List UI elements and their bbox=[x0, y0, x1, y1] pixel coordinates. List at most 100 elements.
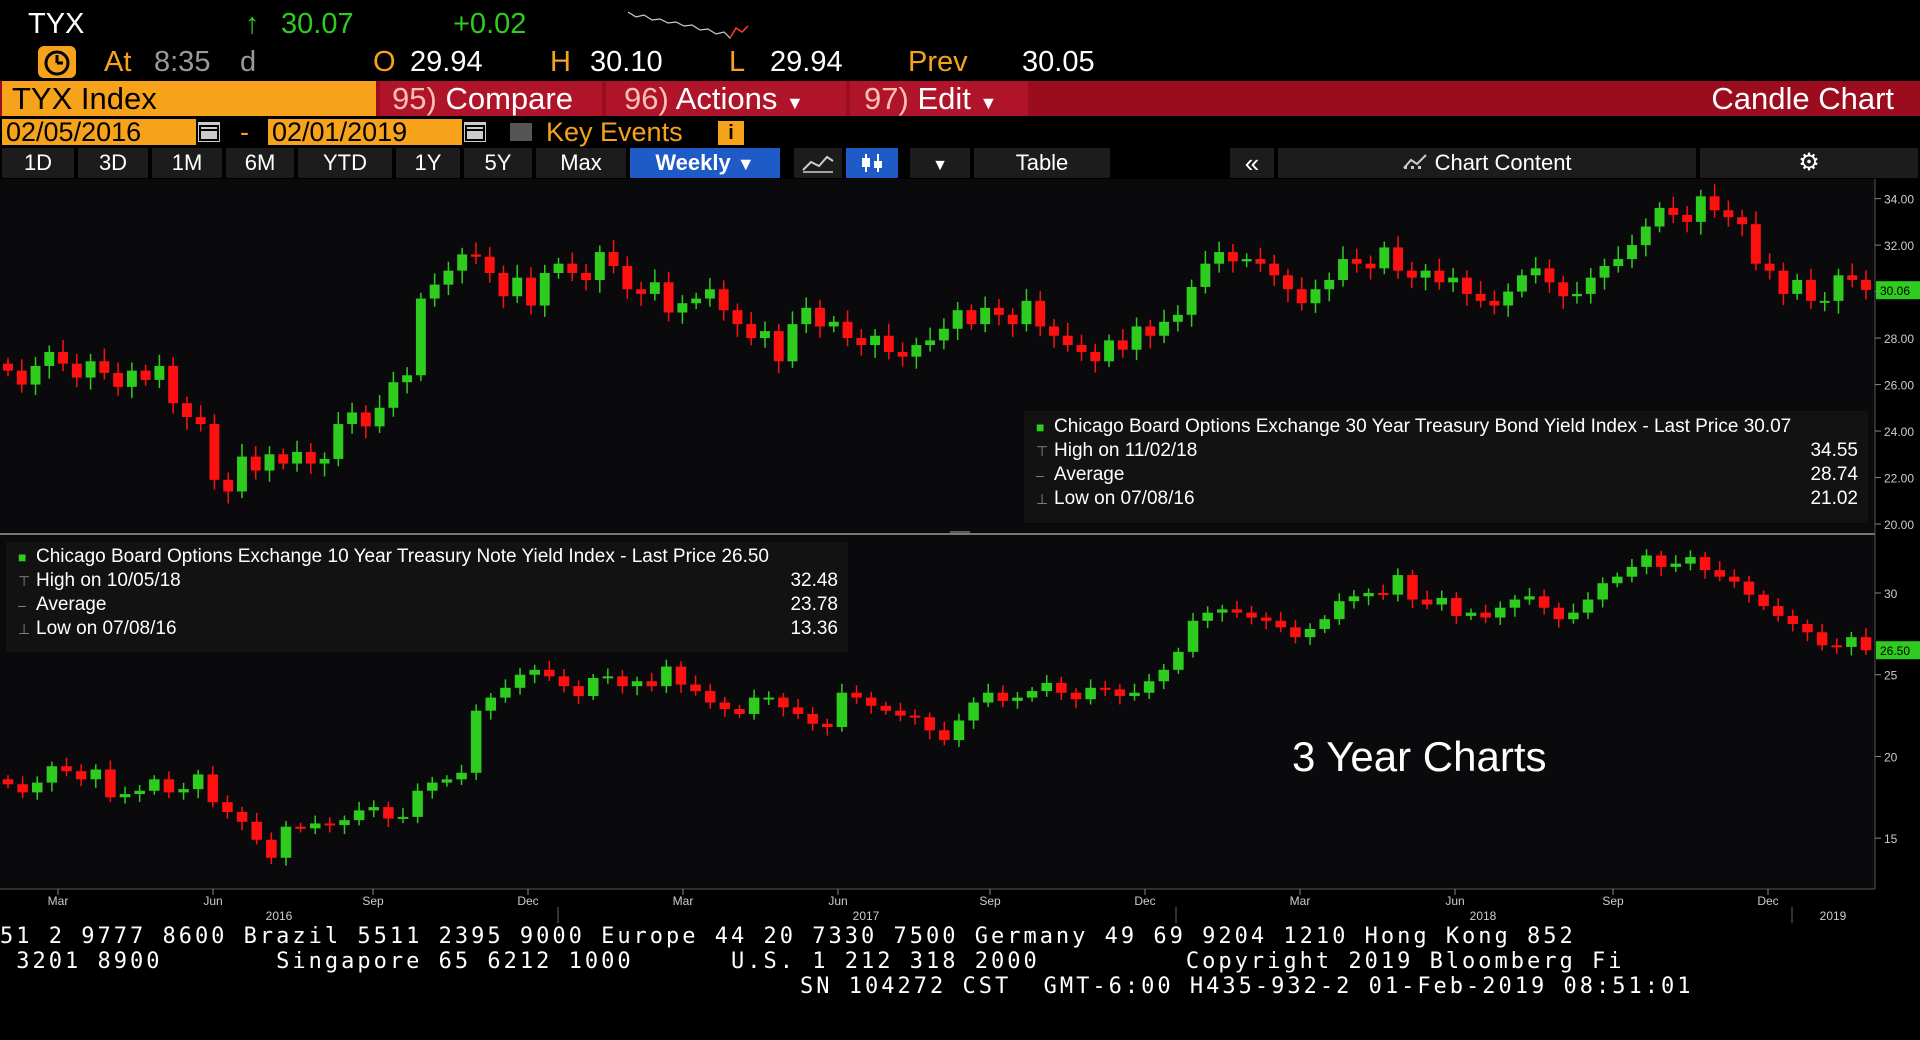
compare-label: Compare bbox=[445, 81, 573, 116]
x-tick-label: Jun bbox=[1445, 894, 1464, 908]
candle bbox=[154, 365, 165, 380]
candle bbox=[1764, 263, 1775, 271]
timeframe-5y[interactable]: 5Y bbox=[464, 148, 532, 178]
footer-line-1: 51 2 9777 8600 Brazil 5511 2395 9000 Eur… bbox=[0, 924, 1576, 949]
candle bbox=[485, 697, 497, 711]
candle bbox=[1640, 226, 1651, 246]
timeframe-1d[interactable]: 1D bbox=[2, 148, 74, 178]
candle bbox=[567, 263, 578, 273]
candle bbox=[319, 458, 330, 464]
candle bbox=[309, 823, 321, 829]
candle bbox=[333, 424, 344, 459]
edit-button[interactable]: 97) Edit ▼ bbox=[850, 81, 1028, 116]
prev-label: Prev bbox=[908, 46, 968, 78]
double-chevron-left-icon[interactable]: « bbox=[1230, 148, 1274, 178]
legend-low-value: 13.36 bbox=[790, 618, 838, 639]
candle bbox=[441, 779, 453, 783]
chart-content-button[interactable]: Chart Content bbox=[1278, 148, 1696, 178]
candle bbox=[1599, 266, 1610, 278]
candle bbox=[1007, 314, 1018, 325]
candle bbox=[1538, 596, 1550, 608]
candle bbox=[17, 784, 28, 793]
candle bbox=[1627, 245, 1637, 260]
candle bbox=[704, 289, 715, 299]
candle bbox=[836, 692, 848, 728]
candle bbox=[856, 338, 867, 346]
candle bbox=[1723, 210, 1734, 218]
gear-icon[interactable]: ⚙ bbox=[1700, 148, 1918, 178]
candle bbox=[1805, 279, 1816, 301]
timeframe-ytd[interactable]: YTD bbox=[298, 148, 392, 178]
candle bbox=[968, 702, 979, 721]
candle bbox=[787, 324, 798, 362]
chart-annotation: 3 Year Charts bbox=[1292, 733, 1547, 780]
y-tick-label: 20.00 bbox=[1884, 518, 1914, 532]
candle bbox=[842, 321, 853, 339]
end-date-field[interactable]: 02/01/2019 bbox=[268, 119, 462, 146]
x-tick-label: Sep bbox=[979, 894, 1001, 908]
candle bbox=[925, 340, 936, 346]
candle bbox=[631, 681, 643, 687]
candle bbox=[732, 310, 743, 325]
candle bbox=[581, 272, 591, 280]
open-value: 29.94 bbox=[410, 46, 483, 78]
info-icon[interactable]: i bbox=[718, 121, 744, 145]
candle bbox=[266, 839, 277, 858]
candle bbox=[719, 702, 731, 710]
calendar-icon[interactable] bbox=[464, 122, 486, 142]
timeframe-3d[interactable]: 3D bbox=[78, 148, 148, 178]
high-label: H bbox=[550, 46, 571, 78]
candle bbox=[1461, 277, 1472, 294]
candle bbox=[1158, 669, 1170, 682]
candle bbox=[75, 771, 87, 780]
candle bbox=[397, 816, 409, 819]
calendar-icon[interactable] bbox=[198, 122, 220, 142]
x-tick-label: Dec bbox=[517, 894, 538, 908]
edit-number: 97) bbox=[864, 81, 909, 116]
x-axis: Mar Jun Sep Dec Mar Jun Sep Dec Mar Jun Sep Dec 2016… bbox=[48, 889, 1847, 923]
candle bbox=[1558, 282, 1569, 297]
candle bbox=[1641, 555, 1652, 567]
timeframe-max[interactable]: Max bbox=[536, 148, 626, 178]
chart-menu-button[interactable]: ▼ bbox=[910, 148, 970, 178]
candle bbox=[553, 263, 564, 273]
candle bbox=[1246, 612, 1257, 618]
candle bbox=[952, 310, 963, 329]
candle bbox=[773, 331, 784, 362]
candle bbox=[1737, 217, 1748, 225]
candle bbox=[1231, 609, 1243, 613]
line-chart-icon[interactable] bbox=[794, 148, 842, 178]
candle bbox=[1709, 196, 1720, 211]
candle bbox=[402, 375, 413, 383]
candle bbox=[718, 289, 729, 311]
candle bbox=[1816, 632, 1828, 646]
candle bbox=[1670, 563, 1682, 567]
compare-button[interactable]: 95) Compare bbox=[380, 81, 602, 116]
candle bbox=[1099, 687, 1111, 690]
timeframe-1y[interactable]: 1Y bbox=[396, 148, 460, 178]
candle bbox=[1448, 277, 1459, 283]
candle bbox=[646, 681, 657, 687]
security-input[interactable]: TYX Index bbox=[2, 81, 376, 116]
x-tick-label: Mar bbox=[673, 894, 694, 908]
start-date-field[interactable]: 02/05/2016 bbox=[2, 119, 196, 146]
legend-title: Chicago Board Options Exchange 30 Year T… bbox=[1054, 416, 1792, 437]
candle bbox=[636, 289, 647, 294]
legend-high-value: 32.48 bbox=[790, 570, 838, 591]
actions-button[interactable]: 96) Actions ▼ bbox=[606, 81, 846, 116]
timeframe-1m[interactable]: 1M bbox=[152, 148, 222, 178]
candle bbox=[1304, 628, 1316, 638]
x-tick-label: Jun bbox=[203, 894, 222, 908]
legend-low-label: Low on 07/08/16 bbox=[1054, 488, 1195, 509]
candle bbox=[3, 363, 13, 371]
candle bbox=[192, 774, 204, 790]
periodicity-select[interactable]: Weekly ▼ bbox=[630, 148, 780, 178]
candle bbox=[1831, 645, 1843, 648]
table-button[interactable]: Table bbox=[974, 148, 1110, 178]
key-events-checkbox[interactable] bbox=[510, 123, 532, 141]
candle bbox=[178, 789, 189, 793]
candle-chart-icon[interactable] bbox=[846, 148, 898, 178]
timeframe-6m[interactable]: 6M bbox=[226, 148, 294, 178]
candle bbox=[383, 807, 394, 819]
last-price: 30.07 bbox=[281, 8, 354, 40]
